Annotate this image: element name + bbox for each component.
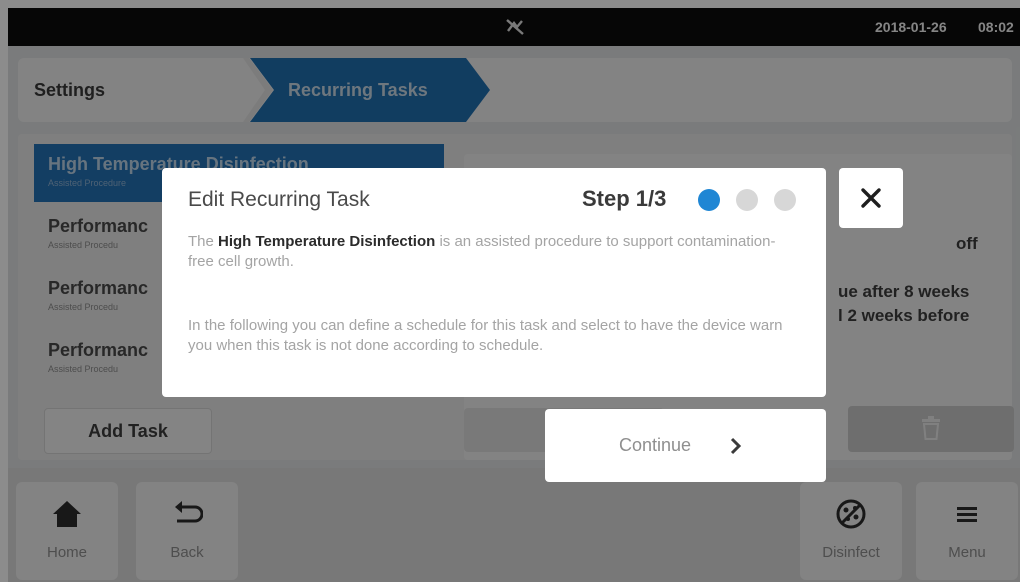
dialog-description: The High Temperature Disinfection is an …: [188, 232, 800, 272]
dialog-title: Edit Recurring Task: [188, 188, 370, 211]
step-dot-inactive: [774, 189, 796, 211]
chevron-right-icon: [730, 437, 742, 455]
close-icon: [861, 188, 881, 208]
close-dialog-button[interactable]: [839, 168, 903, 228]
task-name-highlight: High Temperature Disinfection: [218, 233, 436, 250]
dialog-instructions: In the following you can define a schedu…: [188, 317, 783, 354]
continue-label: Continue: [619, 435, 692, 455]
step-dot-inactive: [736, 189, 758, 211]
continue-button[interactable]: Continue: [545, 409, 826, 482]
step-indicator-label: Step 1/3: [582, 186, 667, 211]
description-text: The: [188, 233, 219, 250]
edit-recurring-task-dialog: Edit Recurring Task Step 1/3 The High Te…: [162, 168, 826, 397]
step-dot-active: [698, 189, 720, 211]
